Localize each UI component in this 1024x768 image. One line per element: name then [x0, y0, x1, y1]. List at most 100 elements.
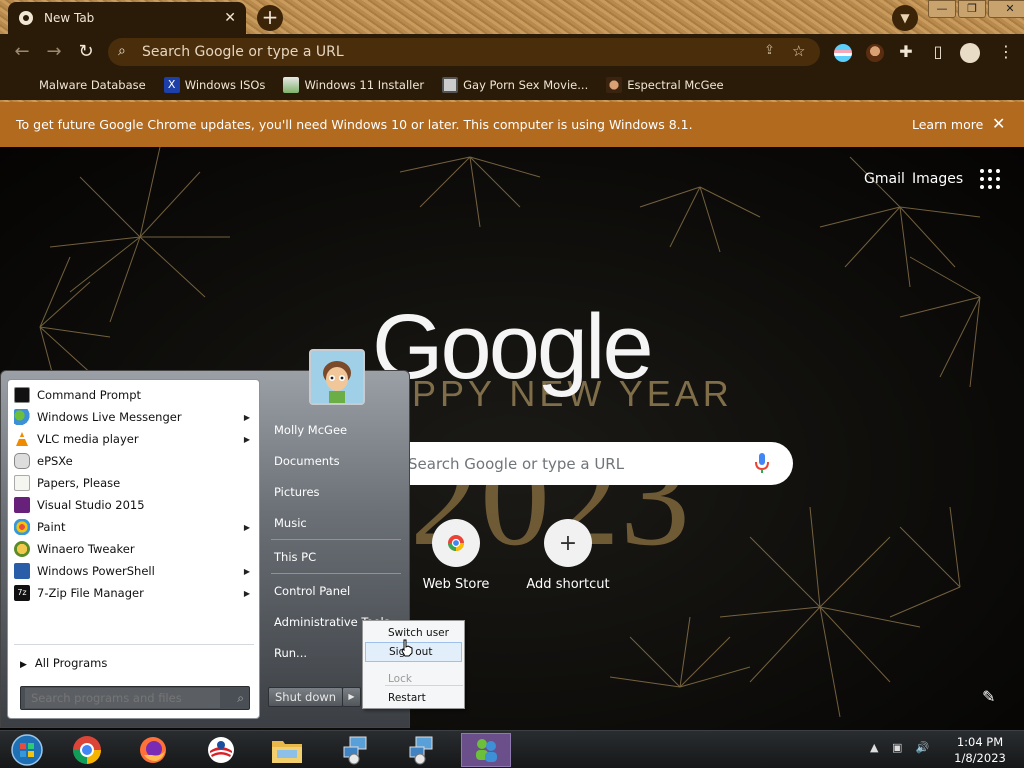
program-label: Windows PowerShell	[37, 564, 155, 578]
gmail-link[interactable]: Gmail	[864, 171, 905, 187]
link-documents[interactable]: Documents	[274, 454, 340, 468]
start-orb-icon	[11, 734, 43, 766]
taskbar-remote-app-1[interactable]	[330, 733, 380, 767]
network-icon[interactable]: ▣	[892, 741, 902, 754]
powershell-icon	[14, 563, 30, 579]
extensions-puzzle-icon[interactable]: ✚	[896, 42, 916, 61]
show-hidden-icons-chevron-icon[interactable]: ▲	[870, 741, 878, 754]
program-item[interactable]: Command Prompt	[14, 384, 256, 406]
shortcut-add[interactable]: + Add shortcut	[523, 519, 613, 592]
shutdown-button[interactable]: Shut down	[268, 687, 343, 707]
ntp-search-box[interactable]: Search Google or type a URL	[386, 442, 793, 485]
profile-extension-icon[interactable]	[866, 44, 884, 62]
program-item[interactable]: Windows PowerShell ▶	[14, 560, 256, 582]
menu-kebab-icon[interactable]: ⋮	[996, 42, 1016, 61]
computer-network-icon	[409, 736, 433, 765]
bookmark-item[interactable]: Espectral McGee	[606, 77, 724, 93]
program-item[interactable]: ePSXe	[14, 450, 256, 472]
new-tab-button[interactable]: +	[257, 5, 283, 31]
cmd-icon	[14, 387, 30, 403]
taskbar: ▲ ▣ 🔊 1:04 PM 1/8/2023	[0, 730, 1024, 768]
submenu-arrow-icon: ▶	[243, 434, 250, 444]
bookmark-item[interactable]: X Windows ISOs	[163, 77, 266, 93]
taskbar-clock[interactable]: 1:04 PM 1/8/2023	[940, 734, 1020, 766]
update-infobar: To get future Google Chrome updates, you…	[0, 102, 1024, 147]
start-button[interactable]	[2, 733, 52, 767]
start-search-input[interactable]	[25, 688, 220, 708]
google-apps-grid-icon[interactable]	[980, 169, 1000, 189]
menu-item-lock: Lock	[388, 673, 412, 685]
side-panel-icon[interactable]: ▯	[928, 42, 948, 61]
all-programs-arrow-icon: ▶	[20, 660, 27, 670]
start-search-box[interactable]: ⌕	[20, 686, 250, 710]
clock-date: 1/8/2023	[954, 751, 1006, 765]
bookmark-item[interactable]: Malware Database	[18, 77, 146, 93]
taskbar-remote-app-2[interactable]	[396, 733, 446, 767]
back-arrow-icon[interactable]: ←	[10, 40, 34, 64]
power-options-menu: Switch user Sign out Lock Restart	[362, 620, 465, 709]
user-avatar[interactable]	[309, 349, 365, 405]
program-label: Paint	[37, 520, 66, 534]
program-label: Command Prompt	[37, 388, 142, 402]
programs-divider	[14, 644, 254, 645]
program-item[interactable]: VLC media player ▶	[14, 428, 256, 450]
close-window-button[interactable]: ✕	[988, 0, 1024, 18]
program-item[interactable]: Windows Live Messenger ▶	[14, 406, 256, 428]
images-link[interactable]: Images	[912, 171, 963, 187]
forward-arrow-icon[interactable]: →	[42, 40, 66, 64]
submenu-arrow-icon: ▶	[243, 412, 250, 422]
reload-icon[interactable]: ↻	[74, 40, 98, 64]
volume-icon[interactable]: 🔊	[916, 741, 930, 754]
google-logo[interactable]: Google	[372, 295, 654, 400]
program-item[interactable]: Paint ▶	[14, 516, 256, 538]
infobar-close-icon[interactable]: ✕	[992, 114, 1005, 133]
shortcut-web-store[interactable]: Web Store	[411, 519, 501, 592]
menu-item-restart[interactable]: Restart	[365, 688, 462, 708]
link-this-pc[interactable]: This PC	[274, 550, 316, 564]
bookmark-item[interactable]: Gay Porn Sex Movie...	[442, 77, 588, 93]
program-item[interactable]: Visual Studio 2015	[14, 494, 256, 516]
minimize-button[interactable]: —	[928, 0, 956, 18]
bookmark-item[interactable]: Windows 11 Installer	[283, 77, 424, 93]
taskbar-app[interactable]	[196, 733, 246, 767]
program-label: Windows Live Messenger	[37, 410, 182, 424]
share-icon[interactable]: ⇪	[764, 43, 775, 58]
link-pictures[interactable]: Pictures	[274, 485, 320, 499]
bookmark-star-icon[interactable]: ☆	[792, 42, 805, 60]
program-item[interactable]: Papers, Please	[14, 472, 256, 494]
browser-toolbar: ← → ↻ ⌕ Search Google or type a URL ⇪ ☆ …	[0, 34, 1024, 70]
firefox-icon	[140, 737, 166, 763]
link-run[interactable]: Run...	[274, 646, 307, 660]
tab-new-tab[interactable]: New Tab ✕	[8, 2, 246, 34]
computer-network-icon	[343, 736, 367, 765]
extension-flag-icon[interactable]	[834, 44, 852, 62]
restore-button[interactable]: ❐	[958, 0, 986, 18]
link-control-panel[interactable]: Control Panel	[274, 584, 350, 598]
microphone-icon[interactable]	[754, 452, 770, 474]
bookmark-label: Gay Porn Sex Movie...	[463, 78, 589, 92]
user-picture-icon	[311, 351, 363, 403]
document-icon	[14, 475, 30, 491]
taskbar-file-explorer[interactable]	[262, 733, 312, 767]
learn-more-link[interactable]: Learn more	[912, 117, 983, 132]
taskbar-messenger[interactable]	[461, 733, 511, 767]
folder-icon	[272, 741, 302, 763]
all-programs-button[interactable]: ▶ All Programs	[20, 656, 107, 670]
profile-avatar-icon[interactable]	[960, 43, 980, 63]
tab-search-chevron-icon[interactable]: ▼	[892, 5, 918, 31]
bookmark-label: Windows ISOs	[184, 78, 266, 92]
plus-icon: +	[544, 519, 592, 567]
program-item[interactable]: 7z 7-Zip File Manager ▶	[14, 582, 256, 604]
shortcut-label: Web Store	[422, 577, 490, 592]
tab-close-icon[interactable]: ✕	[224, 10, 236, 26]
search-icon[interactable]: ⌕	[237, 691, 244, 706]
menu-separator	[385, 685, 463, 686]
customize-pencil-icon[interactable]: ✎	[982, 687, 995, 706]
shutdown-options-arrow-icon[interactable]: ▶	[342, 687, 361, 707]
link-music[interactable]: Music	[274, 516, 307, 530]
omnibox[interactable]: ⌕ Search Google or type a URL ⇪ ☆	[108, 38, 820, 66]
taskbar-chrome[interactable]	[62, 733, 112, 767]
link-user-folder[interactable]: Molly McGee	[274, 423, 347, 437]
program-item[interactable]: Winaero Tweaker	[14, 538, 256, 560]
taskbar-firefox[interactable]	[128, 733, 178, 767]
